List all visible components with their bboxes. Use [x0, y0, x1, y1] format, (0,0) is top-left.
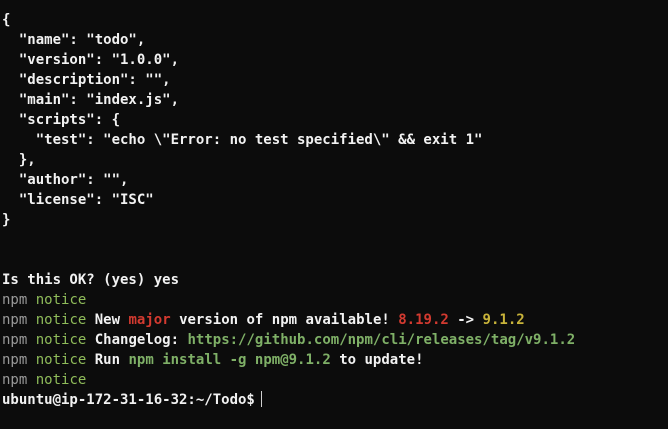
npm-notice-line: npm notice Changelog: https://github.com… — [0, 330, 668, 350]
npm-prefix: npm — [2, 312, 28, 328]
json-line: { — [2, 12, 11, 28]
update-text: to update! — [339, 352, 424, 368]
npm-prefix: npm — [2, 292, 28, 308]
json-line: "main": "index.js", — [2, 92, 180, 108]
text-cursor — [260, 391, 262, 407]
json-line: "scripts": { — [2, 112, 121, 128]
new-text: New — [94, 312, 121, 328]
npm-notice-line: npm notice — [0, 370, 668, 390]
npm-notice-line: npm notice Run npm install -g npm@9.1.2 … — [0, 350, 668, 370]
json-line: "description": "", — [2, 72, 171, 88]
notice-label: notice — [35, 292, 87, 308]
major-text: major — [128, 312, 171, 328]
update-command: npm install -g npm@9.1.2 — [128, 352, 331, 368]
arrow-text: -> — [457, 312, 475, 328]
run-text: Run — [94, 352, 121, 368]
npm-prefix: npm — [2, 332, 28, 348]
changelog-link[interactable]: https://github.com/npm/cli/releases/tag/… — [187, 332, 575, 348]
new-version: 9.1.2 — [482, 312, 525, 328]
shell-prompt: ubuntu@ip-172-31-16-32:~/Todo$ — [2, 392, 255, 408]
notice-label: notice — [35, 312, 87, 328]
notice-label: notice — [35, 352, 87, 368]
npm-notice-line: npm notice — [0, 290, 668, 310]
json-line: "version": "1.0.0", — [2, 52, 180, 68]
json-line: }, — [2, 152, 36, 168]
prompt-line[interactable]: ubuntu@ip-172-31-16-32:~/Todo$ — [0, 390, 668, 410]
notice-label: notice — [35, 332, 87, 348]
json-line: "author": "", — [2, 172, 129, 188]
npm-notice-line: npm notice New major version of npm avai… — [0, 310, 668, 330]
json-line: "name": "todo", — [2, 32, 146, 48]
notice-label: notice — [35, 372, 87, 388]
npm-prefix: npm — [2, 352, 28, 368]
json-line: "test": "echo \"Error: no test specified… — [2, 132, 483, 148]
json-line: "license": "ISC" — [2, 192, 154, 208]
version-available-text: version of npm available! — [179, 312, 390, 328]
npm-prefix: npm — [2, 372, 28, 388]
old-version: 8.19.2 — [398, 312, 449, 328]
changelog-label: Changelog: — [94, 332, 180, 348]
json-line: } — [2, 212, 11, 228]
terminal-window[interactable]: { "name": "todo", "version": "1.0.0", "d… — [0, 0, 668, 429]
confirm-line: Is this OK? (yes) yes — [2, 272, 180, 288]
